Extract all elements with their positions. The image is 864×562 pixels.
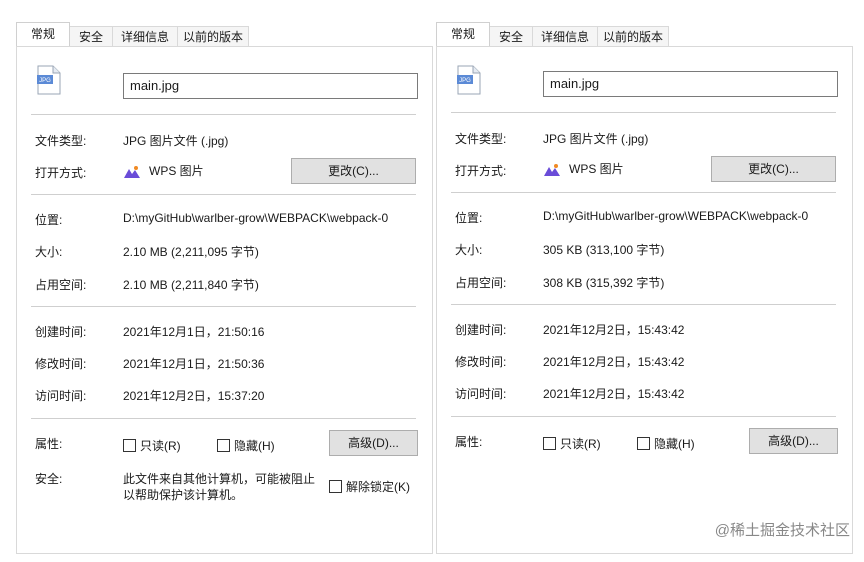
accessed-value: 2021年12月2日，15:43:42 — [543, 387, 685, 401]
checkbox-box[interactable] — [217, 439, 230, 452]
general-panel: JPG main.jpg 文件类型: JPG 图片文件 (.jpg) 打开方式:… — [436, 46, 853, 554]
divider — [31, 418, 416, 419]
general-panel: JPG main.jpg 文件类型: JPG 图片文件 (.jpg) 打开方式:… — [16, 46, 433, 554]
tab-security[interactable]: 安全 — [69, 26, 113, 46]
file-type-value: JPG 图片文件 (.jpg) — [123, 134, 229, 148]
size-label: 大小: — [35, 245, 63, 259]
checkbox-box[interactable] — [329, 480, 342, 493]
open-with-app-name: WPS 图片 — [149, 164, 204, 178]
readonly-checkbox[interactable]: 只读(R) — [123, 437, 181, 454]
location-value: D:\myGitHub\warlber-grow\WEBPACK\webpack… — [543, 209, 809, 223]
readonly-label: 只读(R) — [560, 437, 601, 451]
unblock-label: 解除锁定(K) — [346, 480, 410, 494]
divider — [31, 306, 416, 307]
size-value: 305 KB (313,100 字节) — [543, 243, 665, 257]
file-name-input[interactable]: main.jpg — [123, 73, 418, 99]
divider — [31, 194, 416, 195]
size-value: 2.10 MB (2,211,095 字节) — [123, 245, 259, 259]
security-text-line2: 以帮助保护该计算机。 — [123, 488, 244, 502]
divider — [451, 416, 836, 417]
location-value: D:\myGitHub\warlber-grow\WEBPACK\webpack… — [123, 211, 389, 225]
open-with-label: 打开方式: — [35, 166, 87, 180]
tab-previous-versions[interactable]: 以前的版本 — [597, 26, 669, 46]
checkbox-box[interactable] — [543, 437, 556, 450]
open-with-value: WPS 图片 — [543, 160, 624, 177]
divider — [451, 112, 836, 113]
open-with-value: WPS 图片 — [123, 162, 204, 179]
accessed-value: 2021年12月2日，15:37:20 — [123, 389, 265, 403]
security-text-line1: 此文件来自其他计算机，可能被阻止 — [123, 472, 316, 486]
readonly-label: 只读(R) — [140, 439, 181, 453]
tab-details[interactable]: 详细信息 — [112, 26, 178, 46]
file-type-value: JPG 图片文件 (.jpg) — [543, 132, 649, 146]
divider — [31, 114, 416, 115]
svg-text:JPG: JPG — [459, 78, 471, 84]
unblock-checkbox[interactable]: 解除锁定(K) — [329, 478, 410, 495]
file-type-label: 文件类型: — [455, 132, 507, 146]
change-button[interactable]: 更改(C)... — [711, 156, 836, 182]
open-with-app-name: WPS 图片 — [569, 162, 624, 176]
created-value: 2021年12月1日，21:50:16 — [123, 325, 265, 339]
checkbox-box[interactable] — [123, 439, 136, 452]
divider — [451, 304, 836, 305]
hidden-checkbox[interactable]: 隐藏(H) — [637, 435, 695, 452]
tab-bar: 常规 安全 详细信息 以前的版本 — [436, 22, 853, 46]
hidden-label: 隐藏(H) — [234, 439, 275, 453]
readonly-checkbox[interactable]: 只读(R) — [543, 435, 601, 452]
tab-general[interactable]: 常规 — [436, 22, 490, 46]
modified-label: 修改时间: — [455, 355, 507, 369]
size-label: 大小: — [455, 243, 483, 257]
location-label: 位置: — [455, 211, 483, 225]
attributes-label: 属性: — [35, 437, 63, 451]
created-label: 创建时间: — [35, 325, 87, 339]
advanced-button[interactable]: 高级(D)... — [329, 430, 418, 456]
tab-details[interactable]: 详细信息 — [532, 26, 598, 46]
size-on-disk-label: 占用空间: — [35, 278, 87, 292]
attributes-label: 属性: — [455, 435, 483, 449]
accessed-label: 访问时间: — [35, 389, 87, 403]
created-value: 2021年12月2日，15:43:42 — [543, 323, 685, 337]
size-on-disk-value: 308 KB (315,392 字节) — [543, 276, 665, 290]
modified-value: 2021年12月1日，21:50:36 — [123, 357, 265, 371]
watermark: @稀土掘金技术社区 — [714, 522, 850, 539]
properties-dialog-right: 常规 安全 详细信息 以前的版本 JPG main.jpg 文件类型: JPG … — [436, 0, 853, 554]
file-name-input[interactable]: main.jpg — [543, 71, 838, 97]
file-type-label: 文件类型: — [35, 134, 87, 148]
advanced-button[interactable]: 高级(D)... — [749, 428, 838, 454]
created-label: 创建时间: — [455, 323, 507, 337]
security-label: 安全: — [35, 472, 63, 486]
tab-previous-versions[interactable]: 以前的版本 — [177, 26, 249, 46]
tab-bar: 常规 安全 详细信息 以前的版本 — [16, 22, 433, 46]
modified-value: 2021年12月2日，15:43:42 — [543, 355, 685, 369]
svg-text:JPG: JPG — [39, 78, 51, 84]
open-with-label: 打开方式: — [455, 164, 507, 178]
tab-general[interactable]: 常规 — [16, 22, 70, 46]
location-label: 位置: — [35, 213, 63, 227]
modified-label: 修改时间: — [35, 357, 87, 371]
hidden-checkbox[interactable]: 隐藏(H) — [217, 437, 275, 454]
jpg-file-icon: JPG — [457, 65, 481, 95]
jpg-file-icon: JPG — [37, 65, 61, 95]
size-on-disk-value: 2.10 MB (2,211,840 字节) — [123, 278, 259, 292]
size-on-disk-label: 占用空间: — [455, 276, 507, 290]
checkbox-box[interactable] — [637, 437, 650, 450]
change-button[interactable]: 更改(C)... — [291, 158, 416, 184]
wps-picture-icon — [544, 163, 560, 176]
wps-picture-icon — [124, 165, 140, 178]
hidden-label: 隐藏(H) — [654, 437, 695, 451]
properties-dialog-left: 常规 安全 详细信息 以前的版本 JPG main.jpg 文件类型: JPG … — [16, 0, 433, 554]
accessed-label: 访问时间: — [455, 387, 507, 401]
divider — [451, 192, 836, 193]
tab-security[interactable]: 安全 — [489, 26, 533, 46]
